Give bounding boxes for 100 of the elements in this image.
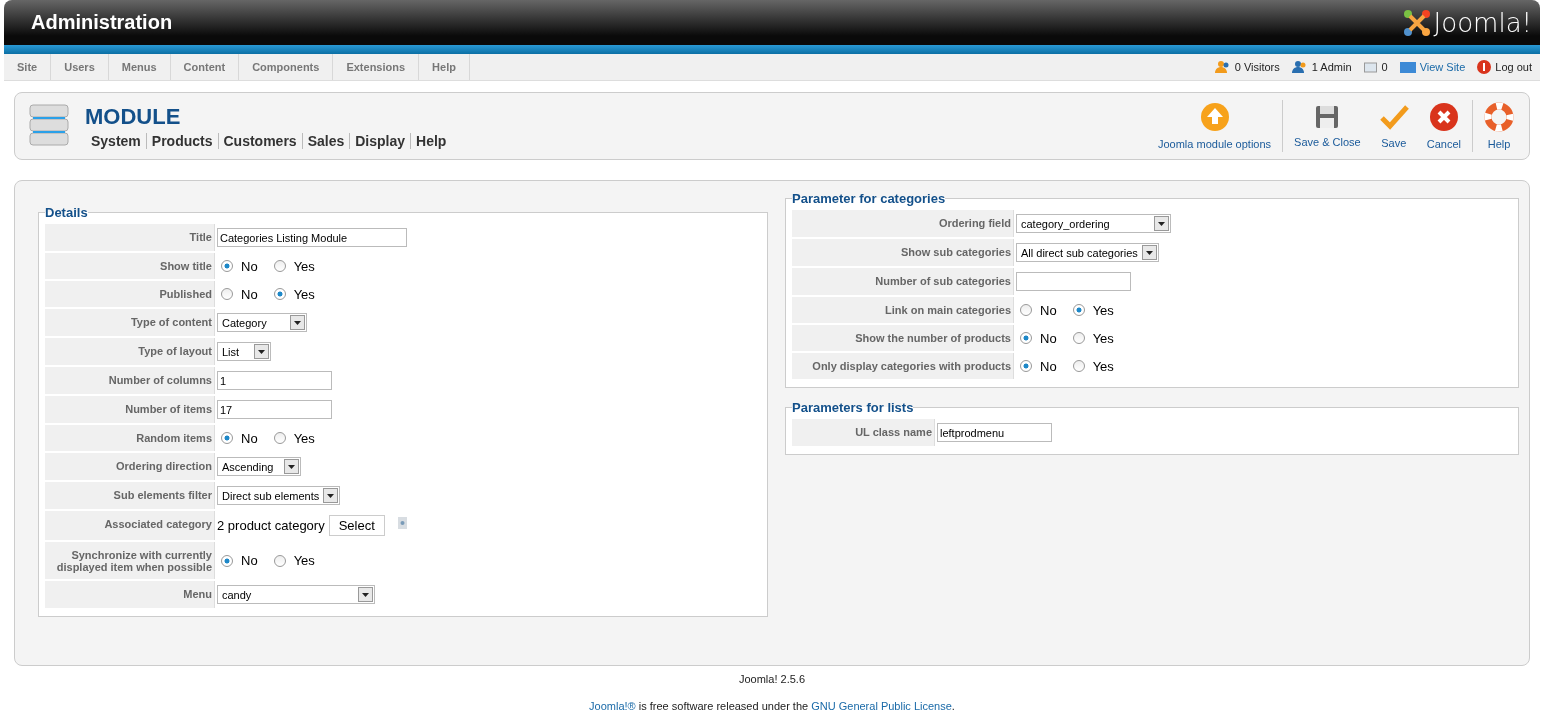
fieldset-legend: Details — [45, 205, 88, 220]
module-icon — [29, 103, 69, 149]
status-link[interactable]: Log out — [1495, 61, 1532, 73]
radio-button[interactable] — [1072, 332, 1085, 344]
users-icon — [1214, 60, 1231, 74]
field-label: Synchronize with currently displayed item when possible — [45, 542, 215, 579]
radio-label: No — [241, 286, 258, 302]
monitor-icon — [1399, 61, 1416, 73]
radio-label: Yes — [293, 430, 315, 446]
field-label: Published — [45, 281, 215, 307]
field-label: Random items — [45, 425, 215, 451]
radio-button[interactable] — [221, 260, 233, 272]
text-field[interactable]: 1 — [217, 371, 332, 390]
radio-label: No — [1040, 302, 1057, 318]
radio-label: No — [241, 430, 258, 446]
radio-label: Yes — [293, 258, 315, 274]
text-field[interactable]: leftprodmenu — [937, 423, 1052, 442]
toolbar-button[interactable]: Save & Close — [1285, 104, 1370, 148]
submenu-link[interactable]: Display — [349, 132, 411, 149]
field-label: Number of columns — [45, 367, 215, 394]
toolbar-button[interactable]: Joomla module options — [1148, 102, 1281, 150]
dropdown-caret-icon[interactable] — [1141, 245, 1157, 260]
cancel-icon — [1428, 102, 1459, 132]
license-link[interactable]: GNU General Public License — [811, 700, 952, 712]
menu-item[interactable]: Users — [51, 54, 109, 80]
menu-item[interactable]: Site — [4, 54, 52, 80]
checkmark-icon — [1378, 103, 1409, 131]
radio-button[interactable] — [221, 432, 233, 444]
radio-label: No — [1040, 330, 1057, 346]
dropdown[interactable]: All direct sub categories — [1016, 243, 1159, 262]
field-label: Ordering field — [792, 210, 1014, 237]
upload-icon — [1199, 102, 1230, 132]
version-text: Joomla! 2.5.6 — [738, 673, 805, 685]
dropdown-caret-icon[interactable] — [358, 587, 373, 602]
field-label: Only display categories with products — [792, 353, 1014, 379]
status-text: 0 Visitors — [1234, 61, 1280, 73]
dropdown[interactable]: Ascending — [217, 457, 301, 476]
mail-icon — [1363, 61, 1378, 73]
status-link[interactable]: View Site — [1419, 61, 1466, 73]
dropdown-caret-icon[interactable] — [290, 315, 305, 330]
field-label: Title — [45, 224, 215, 251]
toolbar-button[interactable]: Help — [1475, 102, 1523, 150]
radio-button[interactable] — [273, 288, 286, 300]
menu-item[interactable]: Help — [419, 54, 470, 80]
radio-label: Yes — [1092, 330, 1114, 346]
text-field[interactable]: Categories Listing Module — [217, 228, 407, 247]
category-value: 2 product category — [217, 518, 325, 533]
submenu-link[interactable]: Help — [410, 132, 452, 149]
field-label: Show title — [45, 253, 215, 279]
field-label: Associated category — [45, 511, 215, 540]
dropdown-caret-icon[interactable] — [284, 459, 299, 474]
radio-button[interactable] — [1020, 360, 1032, 372]
status-text: 1 Admin — [1311, 61, 1352, 73]
text-field[interactable] — [1016, 272, 1131, 291]
radio-button[interactable] — [221, 554, 233, 567]
dropdown-caret-icon[interactable] — [1154, 216, 1169, 231]
dropdown[interactable]: Category — [217, 313, 307, 332]
toolbar-button[interactable]: Cancel — [1417, 102, 1470, 150]
radio-label: Yes — [293, 286, 315, 302]
submenu-link[interactable]: System — [91, 132, 146, 149]
dropdown[interactable]: candy — [217, 585, 375, 604]
radio-label: No — [241, 258, 258, 274]
field-label: Type of content — [45, 309, 215, 336]
submenu-link[interactable]: Sales — [301, 132, 350, 149]
radio-button[interactable] — [273, 554, 286, 567]
field-label: Sub elements filter — [45, 482, 215, 509]
license-text: Joomla!® is free software released under the GNU General Public License. — [589, 700, 955, 712]
menu-item[interactable]: Content — [170, 54, 240, 80]
text-field[interactable]: 17 — [217, 400, 332, 419]
submenu-link[interactable]: Products — [145, 132, 218, 149]
radio-label: No — [1040, 358, 1057, 374]
menu-item[interactable]: Extensions — [333, 54, 420, 80]
field-label: Show sub categories — [792, 239, 1014, 266]
toolbar-button[interactable]: Save — [1369, 103, 1418, 149]
field-label: Link on main categories — [792, 297, 1014, 323]
radio-button[interactable] — [273, 432, 286, 444]
radio-button[interactable] — [221, 288, 233, 300]
radio-label: No — [241, 553, 258, 568]
header-title: Administration — [31, 11, 173, 34]
dropdown[interactable]: List — [217, 342, 271, 361]
dropdown-caret-icon[interactable] — [254, 344, 269, 359]
dropdown[interactable]: Direct sub elements — [217, 486, 341, 505]
radio-button[interactable] — [1072, 360, 1085, 372]
fieldset-legend: Parameters for lists — [792, 400, 914, 415]
dropdown-caret-icon[interactable] — [323, 488, 339, 503]
radio-button[interactable] — [1020, 332, 1032, 344]
license-link[interactable]: Joomla!® — [589, 700, 636, 712]
submenu-link[interactable]: Customers — [217, 132, 302, 149]
radio-button[interactable] — [1020, 304, 1032, 316]
field-label: Type of layout — [45, 338, 215, 365]
lifebuoy-icon — [1484, 102, 1514, 132]
menu-item[interactable]: Components — [239, 54, 334, 80]
dropdown[interactable]: category_ordering — [1016, 214, 1171, 233]
trash-icon[interactable] — [396, 515, 408, 529]
menu-item[interactable]: Menus — [108, 54, 171, 80]
radio-button[interactable] — [273, 260, 286, 272]
select-button[interactable]: Select — [328, 515, 385, 536]
logo-text: Joomla! — [1433, 7, 1532, 38]
radio-button[interactable] — [1072, 304, 1085, 316]
page-title: MODULE — [85, 103, 182, 130]
